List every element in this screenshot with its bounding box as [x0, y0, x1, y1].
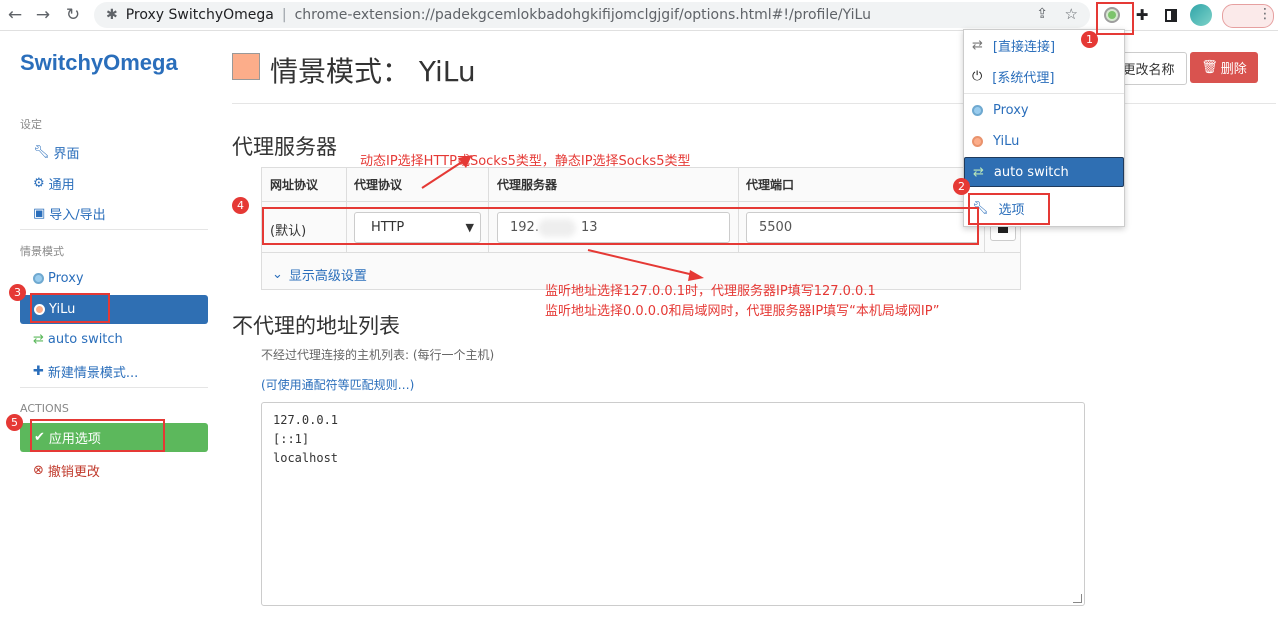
annotation-arrow-server — [587, 249, 699, 277]
annotation-arrow-protocol — [421, 157, 469, 189]
annotation-arrowhead-protocol — [458, 155, 472, 168]
annotation-arrows — [421, 155, 704, 281]
annotation-arrowhead-server — [688, 270, 704, 281]
